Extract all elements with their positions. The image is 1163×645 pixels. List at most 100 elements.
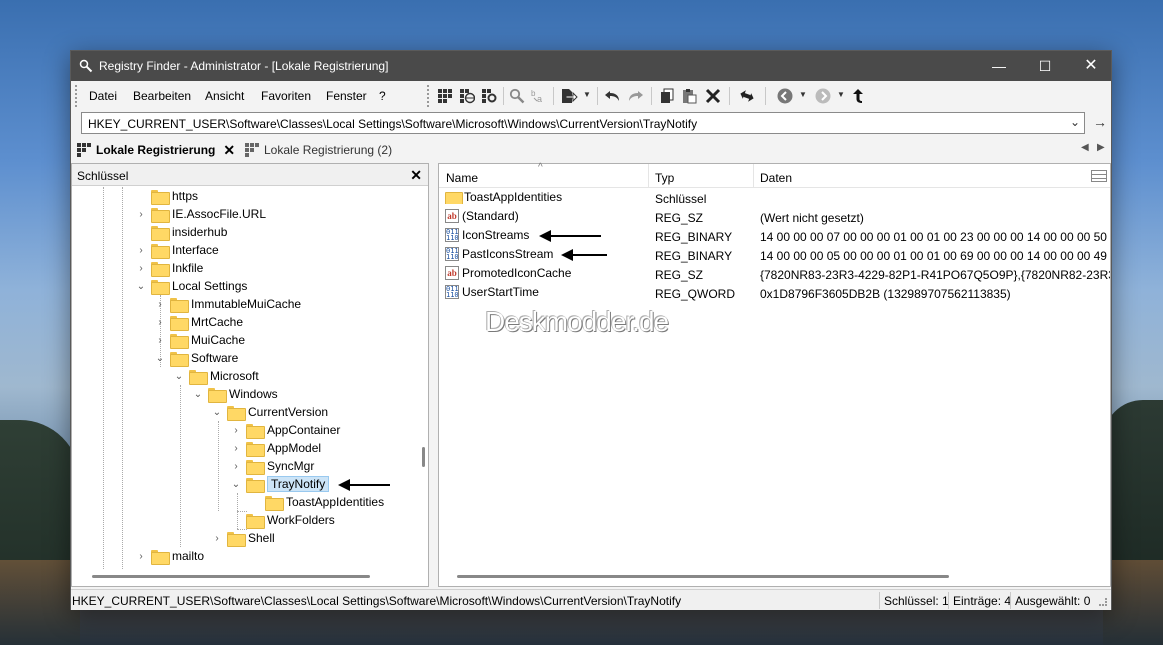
refresh-icon[interactable] xyxy=(737,86,757,106)
resize-grip[interactable] xyxy=(1099,598,1107,606)
tree-item-inkfile[interactable]: › Inkfile xyxy=(135,259,203,277)
tab-scroll-left-icon[interactable]: ◀ xyxy=(1081,142,1089,153)
list-row-toastappidentities[interactable]: ToastAppIdentities Schlüssel xyxy=(439,189,1110,208)
tab-scroll-right-icon[interactable]: ▶ xyxy=(1097,142,1105,153)
chevron-down-icon[interactable]: ⌄ xyxy=(1070,115,1080,129)
tree-item-immutablemuicache[interactable]: › ImmutableMuiCache xyxy=(154,295,301,313)
column-divider[interactable] xyxy=(753,164,754,188)
chevron-right-icon[interactable]: › xyxy=(154,316,166,328)
tree-item-software[interactable]: ⌄ Software xyxy=(154,349,238,367)
tree-item-ie-assocfile-url[interactable]: › IE.AssocFile.URL xyxy=(135,205,266,223)
menu-grip[interactable] xyxy=(75,85,78,107)
address-bar[interactable]: HKEY_CURRENT_USER\Software\Classes\Local… xyxy=(81,112,1085,134)
list-row-userstarttime[interactable]: 011 110 UserStartTime REG_QWORD 0x1D8796F3… xyxy=(439,284,1110,303)
tree-item-appcontainer[interactable]: › AppContainer xyxy=(230,421,340,439)
list-row-standard[interactable]: ab (Standard) REG_SZ (Wert nicht gesetzt) xyxy=(439,208,1110,227)
forward-icon[interactable] xyxy=(813,86,833,106)
address-path[interactable]: HKEY_CURRENT_USER\Software\Classes\Local… xyxy=(88,117,697,131)
values-horizontal-scrollbar[interactable] xyxy=(457,575,949,578)
list-row-pasticonsstream[interactable]: 011 110 PastIconsStream REG_BINARY 14 00 0… xyxy=(439,246,1110,265)
maximize-button[interactable]: ☐ xyxy=(1022,51,1068,81)
tree-item-currentversion[interactable]: ⌄ CurrentVersion xyxy=(211,403,328,421)
menu-fenster[interactable]: Fenster xyxy=(326,89,367,103)
menu-favoriten[interactable]: Favoriten xyxy=(261,89,311,103)
chevron-right-icon[interactable]: › xyxy=(135,550,147,562)
chevron-down-icon[interactable]: ⌄ xyxy=(192,388,204,400)
column-chooser-icon[interactable] xyxy=(1091,170,1107,182)
column-divider[interactable] xyxy=(648,164,649,188)
chevron-right-icon[interactable]: › xyxy=(230,424,242,436)
sort-ascending-icon: ^ xyxy=(538,162,543,173)
tree-item-https[interactable]: https xyxy=(135,187,198,205)
minimize-button[interactable]: — xyxy=(976,51,1022,81)
title-bar[interactable]: Registry Finder - Administrator - [Lokal… xyxy=(71,51,1111,81)
tree-item-traynotify[interactable]: ⌄ TrayNotify xyxy=(230,475,330,493)
tree-vertical-scrollbar[interactable] xyxy=(422,447,425,467)
tree-item-local-settings[interactable]: ⌄ Local Settings xyxy=(135,277,247,295)
copy-icon[interactable] xyxy=(657,86,677,106)
keys-pane-title: Schlüssel xyxy=(77,169,129,183)
chevron-right-icon[interactable]: › xyxy=(230,460,242,472)
settings-grid-icon[interactable] xyxy=(479,86,499,106)
key-tree: https › IE.AssocFile.URL insiderhub › Inte… xyxy=(72,187,416,569)
registry-grid-icon xyxy=(245,143,259,157)
up-icon[interactable] xyxy=(849,86,869,106)
list-row-promotediconcache[interactable]: ab PromotedIconCache REG_SZ {7820NR83-23R… xyxy=(439,265,1110,284)
chevron-down-icon[interactable]: ⌄ xyxy=(154,352,166,364)
tree-item-appmodel[interactable]: › AppModel xyxy=(230,439,321,457)
tree-item-shell[interactable]: › Shell xyxy=(211,529,275,547)
grid-icon[interactable] xyxy=(435,86,455,106)
tab-lokale-registrierung-2[interactable]: Lokale Registrierung (2) xyxy=(245,139,392,161)
delete-icon[interactable] xyxy=(703,86,723,106)
close-icon[interactable]: ✕ xyxy=(410,167,422,184)
tree-item-workfolders[interactable]: WorkFolders xyxy=(230,511,335,529)
tree-item-insiderhub[interactable]: insiderhub xyxy=(135,223,227,241)
tree-item-microsoft[interactable]: ⌄ Microsoft xyxy=(173,367,259,385)
back-dropdown-icon[interactable]: ▼ xyxy=(799,90,807,99)
tree-horizontal-scrollbar[interactable] xyxy=(92,575,370,578)
chevron-down-icon[interactable]: ⌄ xyxy=(230,478,242,490)
network-grid-icon[interactable] xyxy=(457,86,477,106)
tree-item-mailto[interactable]: › mailto xyxy=(135,547,204,565)
menu-help[interactable]: ? xyxy=(379,89,386,103)
string-value-icon: ab xyxy=(445,266,459,280)
value-name: (Standard) xyxy=(462,209,519,223)
toolbar-grip[interactable] xyxy=(427,85,430,107)
value-data: (Wert nicht gesetzt) xyxy=(760,211,864,225)
menu-bearbeiten[interactable]: Bearbeiten xyxy=(133,89,191,103)
paste-icon[interactable] xyxy=(679,86,699,106)
redo-icon[interactable] xyxy=(625,86,645,106)
menu-ansicht[interactable]: Ansicht xyxy=(205,89,244,103)
tree-item-muicache[interactable]: › MuiCache xyxy=(154,331,245,349)
chevron-right-icon[interactable]: › xyxy=(135,262,147,274)
tree-item-toastappidentities[interactable]: ToastAppIdentities xyxy=(249,493,384,511)
go-arrow-icon[interactable]: → xyxy=(1093,114,1107,130)
undo-icon[interactable] xyxy=(603,86,623,106)
column-data-header[interactable]: Daten xyxy=(760,171,792,185)
find-icon[interactable] xyxy=(507,86,527,106)
tree-item-syncmgr[interactable]: › SyncMgr xyxy=(230,457,314,475)
chevron-right-icon[interactable]: › xyxy=(154,334,166,346)
forward-dropdown-icon[interactable]: ▼ xyxy=(837,90,845,99)
close-button[interactable]: ✕ xyxy=(1068,51,1114,81)
chevron-right-icon[interactable]: › xyxy=(135,244,147,256)
tree-item-interface[interactable]: › Interface xyxy=(135,241,219,259)
tab-lokale-registrierung[interactable]: Lokale Registrierung ✕ xyxy=(77,139,235,161)
export-dropdown-icon[interactable]: ▼ xyxy=(583,90,591,99)
export-icon[interactable] xyxy=(559,86,579,106)
chevron-down-icon[interactable]: ⌄ xyxy=(135,280,147,292)
menu-datei[interactable]: Datei xyxy=(89,89,117,103)
chevron-down-icon[interactable]: ⌄ xyxy=(211,406,223,418)
close-icon[interactable]: ✕ xyxy=(223,142,235,159)
column-type-header[interactable]: Typ xyxy=(655,171,674,185)
tree-item-windows[interactable]: ⌄ Windows xyxy=(192,385,278,403)
column-name-header[interactable]: Name xyxy=(446,171,478,185)
chevron-right-icon[interactable]: › xyxy=(154,298,166,310)
chevron-right-icon[interactable]: › xyxy=(230,442,242,454)
chevron-down-icon[interactable]: ⌄ xyxy=(173,370,185,382)
tree-item-mrtcache[interactable]: › MrtCache xyxy=(154,313,243,331)
chevron-right-icon[interactable]: › xyxy=(211,532,223,544)
replace-icon[interactable]: ba xyxy=(529,86,549,106)
chevron-right-icon[interactable]: › xyxy=(135,208,147,220)
back-icon[interactable] xyxy=(775,86,795,106)
